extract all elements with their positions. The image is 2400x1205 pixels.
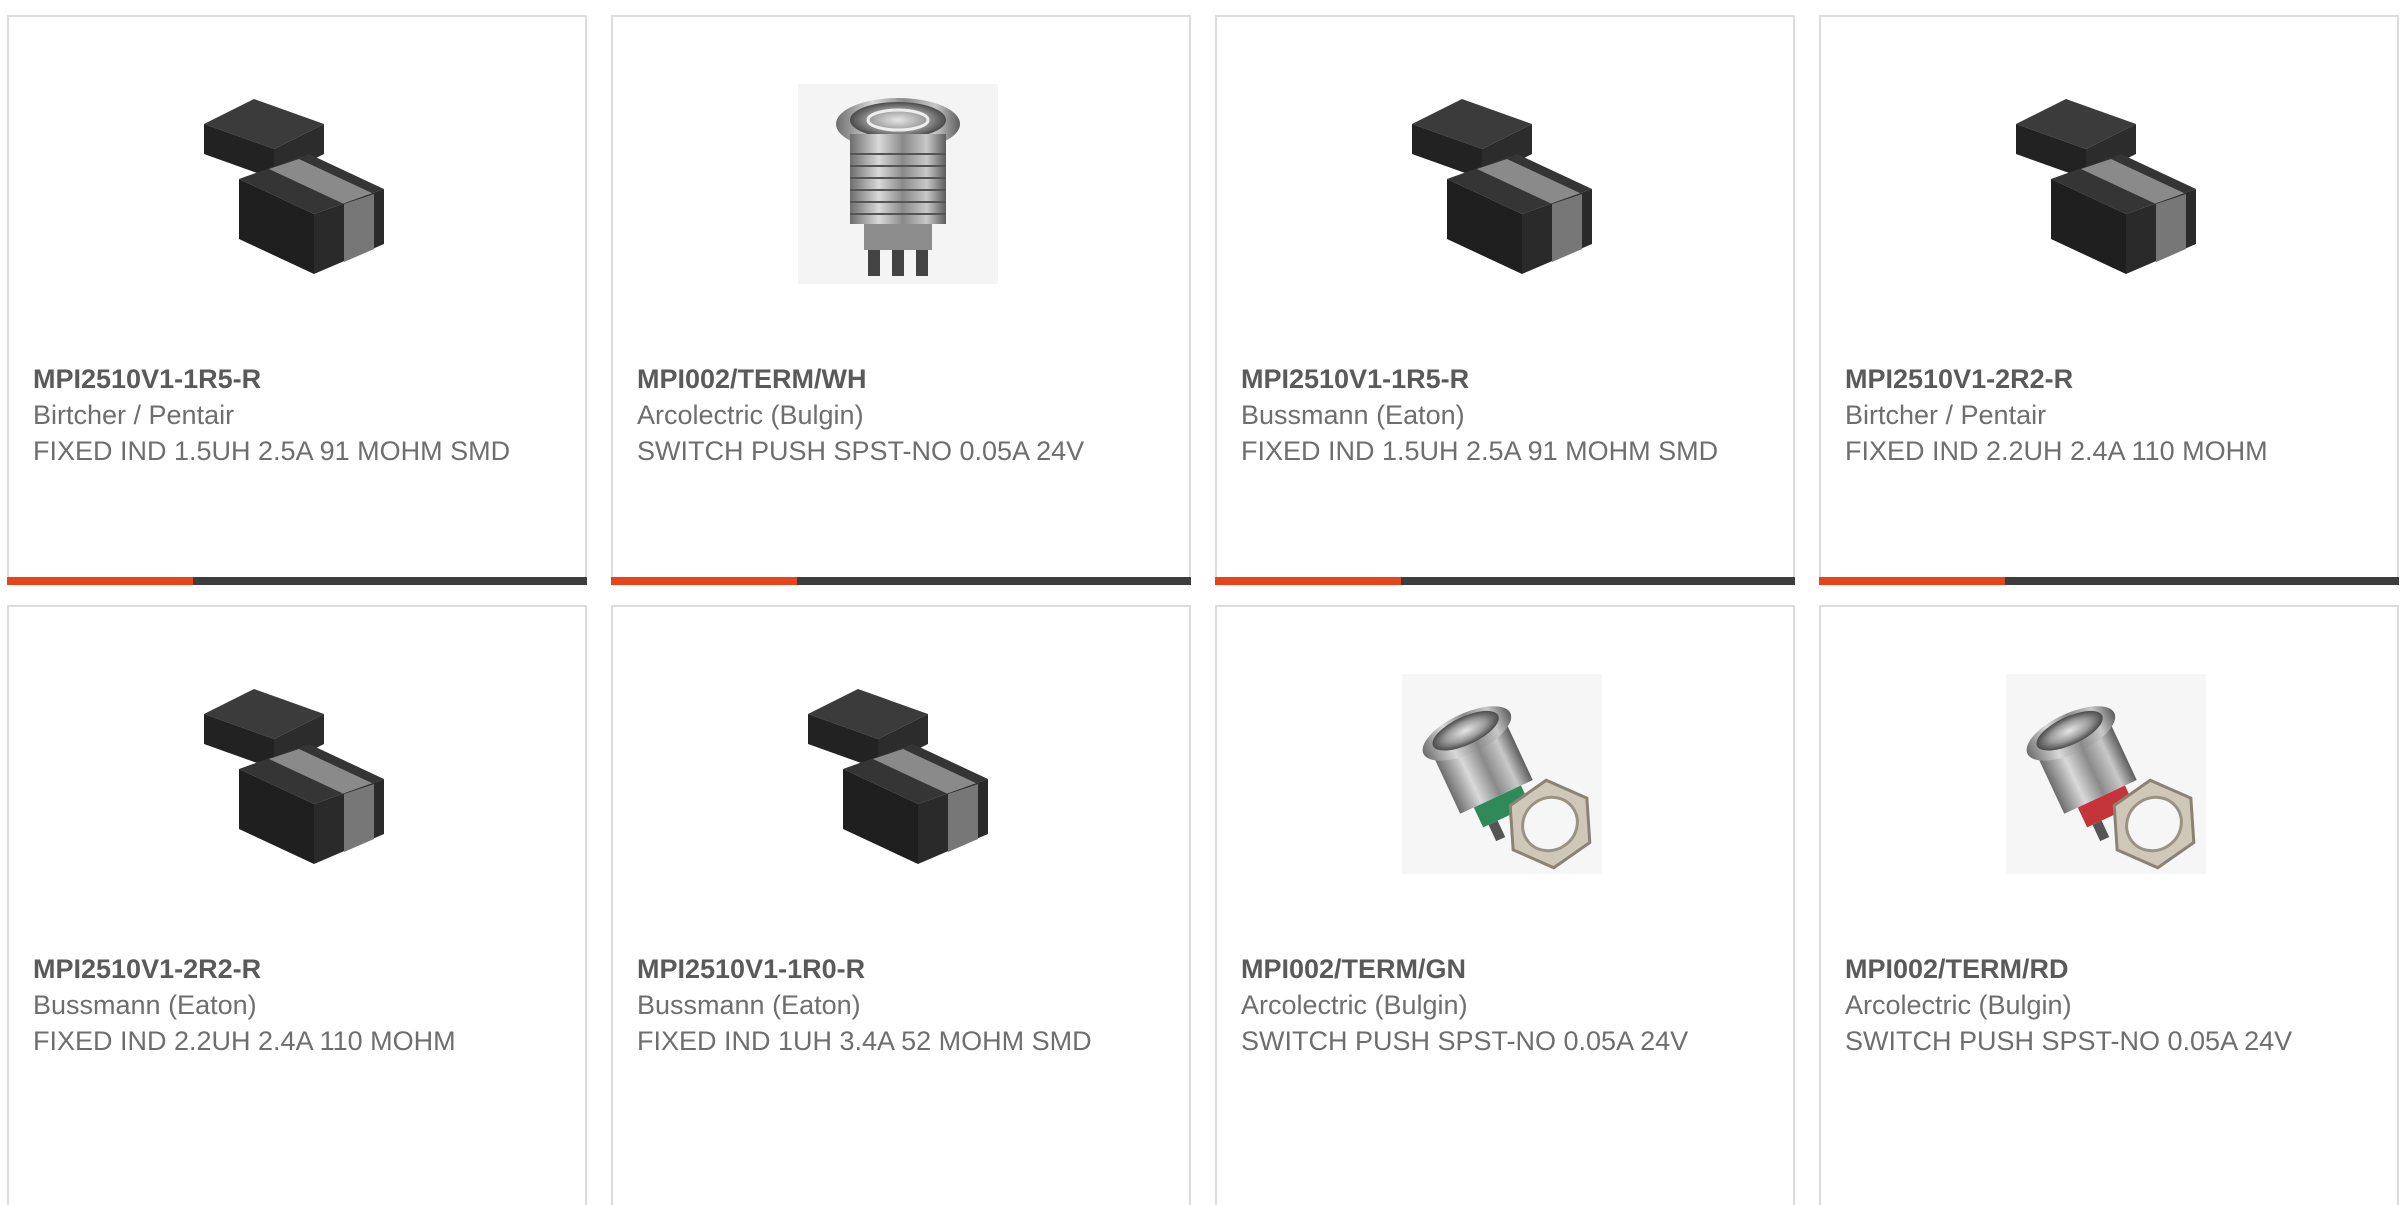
product-card[interactable]: MPI002/TERM/GN Arcolectric (Bulgin) SWIT… — [1215, 605, 1795, 1205]
manufacturer: Birtcher / Pentair — [33, 400, 235, 430]
manufacturer: Bussmann (Eaton) — [637, 990, 861, 1020]
description: SWITCH PUSH SPST-NO 0.05A 24V — [1241, 1026, 1689, 1056]
progress-bar — [7, 577, 587, 585]
product-card[interactable]: MPI002/TERM/RD Arcolectric (Bulgin) SWIT… — [1819, 605, 2399, 1205]
manufacturer: Arcolectric (Bulgin) — [1845, 990, 2072, 1020]
description: FIXED IND 2.2UH 2.4A 110 MOHM — [1845, 436, 2268, 466]
progress-fill — [1215, 577, 1401, 585]
part-number[interactable]: MPI2510V1-1R5-R — [33, 361, 513, 397]
part-number[interactable]: MPI2510V1-1R5-R — [1241, 361, 1721, 397]
part-number[interactable]: MPI002/TERM/WH — [637, 361, 1117, 397]
progress-bar — [611, 577, 1191, 585]
inductor-image — [798, 674, 998, 874]
push-switch-image — [798, 84, 998, 284]
part-number[interactable]: MPI002/TERM/RD — [1845, 951, 2325, 987]
inductor-image — [1402, 84, 1602, 284]
inductor-image — [2006, 84, 2206, 284]
description: SWITCH PUSH SPST-NO 0.05A 24V — [1845, 1026, 2293, 1056]
product-card[interactable]: MPI2510V1-2R2-R Birtcher / Pentair FIXED… — [1819, 15, 2399, 585]
progress-bar — [1819, 577, 2399, 585]
product-card[interactable]: MPI2510V1-1R5-R Birtcher / Pentair FIXED… — [7, 15, 587, 585]
part-number[interactable]: MPI2510V1-2R2-R — [1845, 361, 2325, 397]
progress-bar — [1215, 577, 1795, 585]
manufacturer: Arcolectric (Bulgin) — [1241, 990, 1468, 1020]
product-card[interactable]: MPI2510V1-1R5-R Bussmann (Eaton) FIXED I… — [1215, 15, 1795, 585]
switch-with-nut-image — [2006, 674, 2206, 874]
progress-fill — [1819, 577, 2005, 585]
inductor-image — [194, 674, 394, 874]
manufacturer: Bussmann (Eaton) — [1241, 400, 1465, 430]
product-card[interactable]: MPI2510V1-1R0-R Bussmann (Eaton) FIXED I… — [611, 605, 1191, 1205]
manufacturer: Bussmann (Eaton) — [33, 990, 257, 1020]
product-grid: MPI2510V1-1R5-R Birtcher / Pentair FIXED… — [0, 0, 2400, 1205]
manufacturer: Arcolectric (Bulgin) — [637, 400, 864, 430]
manufacturer: Birtcher / Pentair — [1845, 400, 2047, 430]
inductor-image — [194, 84, 394, 284]
description: FIXED IND 1.5UH 2.5A 91 MOHM SMD — [33, 436, 511, 466]
description: SWITCH PUSH SPST-NO 0.05A 24V — [637, 436, 1085, 466]
description: FIXED IND 2.2UH 2.4A 110 MOHM — [33, 1026, 456, 1056]
part-number[interactable]: MPI2510V1-1R0-R — [637, 951, 1117, 987]
switch-with-nut-image — [1402, 674, 1602, 874]
description: FIXED IND 1.5UH 2.5A 91 MOHM SMD — [1241, 436, 1719, 466]
progress-fill — [7, 577, 193, 585]
part-number[interactable]: MPI002/TERM/GN — [1241, 951, 1721, 987]
part-number[interactable]: MPI2510V1-2R2-R — [33, 951, 513, 987]
description: FIXED IND 1UH 3.4A 52 MOHM SMD — [637, 1026, 1092, 1056]
progress-fill — [611, 577, 797, 585]
product-card[interactable]: MPI2510V1-2R2-R Bussmann (Eaton) FIXED I… — [7, 605, 587, 1205]
product-card[interactable]: MPI002/TERM/WH Arcolectric (Bulgin) SWIT… — [611, 15, 1191, 585]
